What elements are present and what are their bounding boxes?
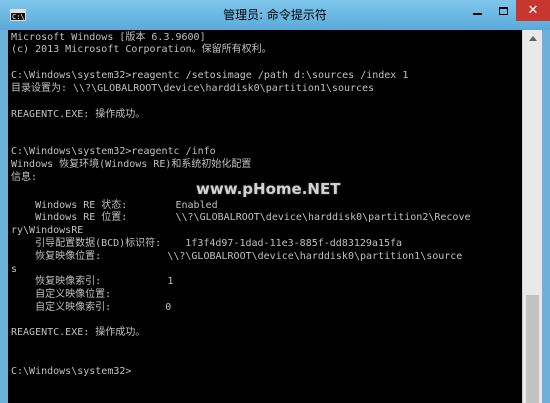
console-line: 自定义映像位置:	[11, 289, 112, 300]
minimize-button[interactable]	[464, 0, 490, 21]
console-line: Windows 恢复环境(Windows RE)和系统初始化配置	[11, 159, 252, 170]
console-output[interactable]: Microsoft Windows [版本 6.3.9600] (c) 2013…	[8, 30, 522, 403]
console-prompt: C:\Windows\system32>	[11, 366, 132, 377]
console-line: 引导配置数据(BCD)标识符: 1f3f4d97-1dad-11e3-885f-…	[11, 238, 403, 249]
console-line: ry\WindowsRE	[11, 225, 84, 236]
vertical-scrollbar[interactable]	[522, 30, 542, 403]
watermark: www.pHome.NET	[196, 180, 341, 198]
maximize-button[interactable]	[490, 0, 516, 21]
console-line: C:\Windows\system32>reagentc /info	[11, 146, 216, 157]
console-line: 恢复映像位置: \\?\GLOBALROOT\device\harddisk0\…	[11, 251, 463, 262]
scroll-up-button[interactable]	[523, 30, 542, 47]
command-prompt-window: C:\ 管理员: 命令提示符 ✕ Microsoft Windows [版本 6…	[0, 0, 550, 403]
console-line: s	[11, 264, 18, 275]
title-bar[interactable]: C:\ 管理员: 命令提示符 ✕	[0, 0, 550, 30]
scrollbar-thumb[interactable]	[526, 295, 539, 403]
window-frame-right	[542, 30, 550, 403]
maximize-icon	[498, 6, 508, 15]
close-button[interactable]: ✕	[516, 0, 550, 21]
console-line: 信息:	[11, 172, 38, 183]
minimize-icon	[472, 12, 482, 15]
arrow-up-icon	[528, 36, 537, 41]
console-line: C:\Windows\system32>reagentc /setosimage…	[11, 70, 409, 81]
close-icon: ✕	[527, 3, 539, 18]
console-line: Windows RE 位置: \\?\GLOBALROOT\device\har…	[11, 212, 471, 223]
console-line: 恢复映像索引: 1	[11, 276, 174, 287]
console-line: 自定义映像索引: 0	[11, 302, 172, 313]
console-line: (c) 2013 Microsoft Corporation。保留所有权利。	[11, 44, 272, 55]
console-line: REAGENTC.EXE: 操作成功。	[11, 109, 146, 120]
console-line: Microsoft Windows [版本 6.3.9600]	[11, 32, 206, 43]
console-line: 目录设置为: \\?\GLOBALROOT\device\harddisk0\p…	[11, 83, 375, 94]
console-line: REAGENTC.EXE: 操作成功。	[11, 327, 146, 338]
console-line: Windows RE 状态: Enabled	[11, 200, 218, 211]
